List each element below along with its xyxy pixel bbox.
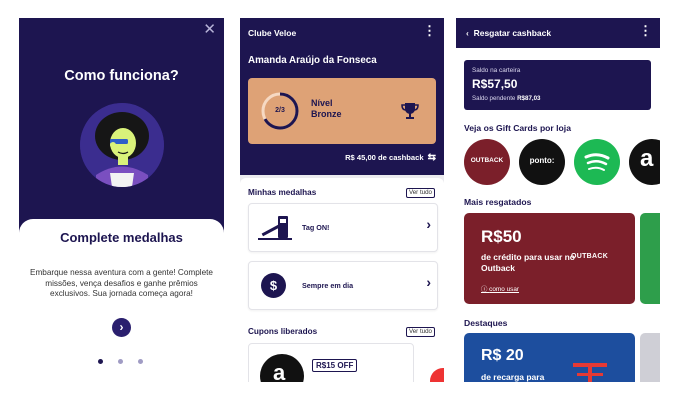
close-icon[interactable]: ✕ (203, 22, 216, 38)
more-menu-icon[interactable]: ⋮ (423, 24, 436, 37)
level-name: Nível Bronze (311, 98, 361, 120)
wallet-card: Saldo na carteira R$57,50 Saldo pendente… (464, 60, 651, 110)
wallet-label: Saldo na carteira (472, 67, 521, 74)
chevron-right-icon: › (426, 274, 431, 290)
trophy-icon (401, 103, 419, 119)
popular-amount: R$50 (481, 227, 522, 246)
amazon-icon: a (260, 354, 304, 382)
club-screen: Clube Veloe ⋮ Amanda Araújo da Fonseca 2… (240, 18, 444, 382)
back-icon[interactable]: ‹ (466, 28, 469, 38)
club-content: Minhas medalhas Ver tudo Tag ON! › $ Sem… (240, 178, 444, 382)
page-dot[interactable] (98, 359, 103, 364)
store-label: OUTBACK (470, 157, 504, 164)
cashback-link[interactable]: R$ 45,00 de cashback ⇆ (345, 152, 436, 163)
medal-card[interactable]: $ Sempre em dia › (248, 261, 438, 310)
pending-value: R$87,03 (517, 95, 541, 102)
club-header-area: Clube Veloe ⋮ Amanda Araújo da Fonseca 2… (240, 18, 444, 175)
store-spotify[interactable] (574, 139, 620, 185)
amazon-icon: a (640, 145, 654, 172)
store-outback[interactable]: OUTBACK (464, 139, 510, 185)
popular-title: Mais resgatados (464, 197, 532, 207)
medals-see-all[interactable]: Ver tudo (405, 188, 435, 198)
store-ponto[interactable]: ponto: (519, 139, 565, 185)
medals-title: Minhas medalhas (248, 188, 317, 197)
avatar-illustration (80, 103, 164, 187)
amazon-letter: a (273, 360, 286, 382)
highlight-text: de recarga para (481, 372, 545, 382)
highlight-card[interactable]: R$ 20 de recarga para (464, 333, 635, 382)
redeem-title[interactable]: ‹ Resgatar cashback (466, 28, 551, 38)
next-button[interactable]: › (112, 318, 131, 337)
redeem-title-text: Resgatar cashback (473, 28, 552, 38)
sheet-title: Complete medalhas (60, 230, 183, 245)
dollar-icon: $ (261, 273, 286, 298)
coupons-see-all[interactable]: Ver tudo (405, 327, 435, 337)
popular-card[interactable]: R$50 de crédito para usar no Outback ⓘ c… (464, 213, 635, 304)
cashback-amount: R$ 45,00 de cashback (345, 153, 424, 162)
coupon-peek (430, 368, 444, 382)
medal-label: Tag ON! (302, 223, 330, 232)
page-indicator (98, 351, 158, 369)
more-menu-icon[interactable]: ⋮ (639, 24, 652, 37)
page-dot[interactable] (118, 359, 123, 364)
onboarding-screen: ✕ Como funciona? Complete medalhas Embar… (19, 18, 224, 382)
coupon-value: R$15 OFF (312, 359, 358, 372)
toll-gate-icon (258, 216, 292, 240)
giftcards-title: Veja os Gift Cards por loja (464, 123, 571, 133)
wallet-balance: R$57,50 (472, 77, 518, 91)
level-card[interactable]: 2/3 Nível Bronze (248, 78, 436, 144)
medal-label: Sempre em dia (302, 281, 354, 290)
redeem-screen: ‹ Resgatar cashback ⋮ Saldo na carteira … (456, 18, 660, 382)
carrier-logo (573, 363, 607, 382)
how-to-use-text: como usar (489, 286, 520, 293)
pending-label: Saldo pendente (472, 95, 516, 102)
outback-logo: OUTBACK (571, 253, 609, 260)
user-name: Amanda Araújo da Fonseca (248, 55, 377, 66)
popular-card-next[interactable] (640, 213, 660, 304)
pending-balance: Saldo pendente R$87,03 (472, 95, 541, 102)
club-title: Clube Veloe (248, 28, 297, 38)
coupons-title: Cupons liberados (248, 327, 318, 336)
highlight-amount: R$ 20 (481, 347, 524, 364)
chevron-right-icon: › (426, 216, 431, 232)
redeem-header: ‹ Resgatar cashback ⋮ (456, 18, 660, 48)
onboarding-title: Como funciona? (64, 68, 179, 84)
page-dot[interactable] (138, 359, 143, 364)
swap-icon: ⇆ (427, 152, 436, 163)
store-label: ponto: (529, 156, 555, 165)
level-name-line: Nível (311, 98, 333, 108)
level-progress: 2/3 (275, 107, 285, 114)
popular-text: de crédito para usar no Outback (481, 252, 575, 273)
svg-text:$: $ (270, 278, 278, 293)
sheet-description: Embarque nessa aventura com a gente! Com… (30, 268, 213, 298)
highlights-title: Destaques (464, 318, 508, 328)
chevron-right-icon: › (119, 320, 124, 334)
spotify-icon (584, 153, 610, 171)
level-name-line: Bronze (311, 109, 342, 119)
coupon-card[interactable]: a R$15 OFF (248, 343, 414, 382)
how-to-use-link[interactable]: ⓘ como usar (481, 284, 519, 293)
highlight-card-next[interactable] (640, 333, 660, 382)
medal-card[interactable]: Tag ON! › (248, 203, 438, 252)
store-amazon[interactable]: a (629, 139, 660, 185)
info-sheet: Complete medalhas Embarque nessa aventur… (19, 219, 224, 382)
